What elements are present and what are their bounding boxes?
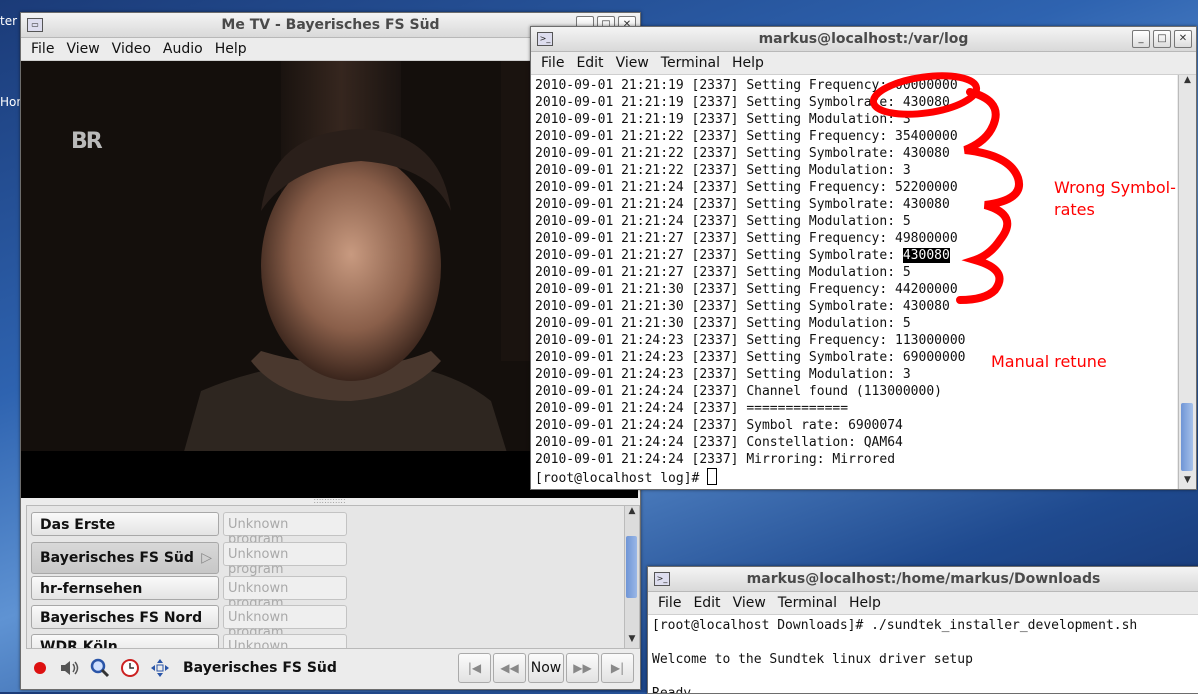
desktop-icon-label[interactable]: Hor: [0, 95, 21, 109]
scroll-down-icon[interactable]: ▼: [625, 634, 639, 648]
scroll-up-icon[interactable]: ▲: [1179, 75, 1196, 89]
list-item: hr-fernsehen Unknown program: [31, 576, 347, 611]
list-item: Bayerisches FS Süd ▷ Unknown program: [31, 542, 347, 577]
menubar: File Edit View Terminal Help: [531, 52, 1196, 75]
menu-edit[interactable]: Edit: [570, 55, 609, 71]
window-title: markus@localhost:/var/log: [758, 31, 969, 47]
current-channel-label: Bayerisches FS Süd: [183, 660, 337, 676]
log-line: 2010-09-01 21:21:30 [2337] Setting Frequ…: [535, 282, 958, 297]
maximize-button[interactable]: □: [1153, 30, 1171, 48]
menu-audio[interactable]: Audio: [157, 41, 209, 57]
menu-file[interactable]: File: [652, 595, 687, 611]
list-item: Das Erste Unknown program: [31, 512, 347, 547]
terminal-output[interactable]: [root@localhost Downloads]# ./sundtek_in…: [648, 615, 1198, 694]
channel-button[interactable]: WDR Köln: [31, 634, 219, 648]
clock-icon[interactable]: [119, 657, 141, 679]
menu-help[interactable]: Help: [209, 41, 253, 57]
log-line: 2010-09-01 21:21:22 [2337] Setting Symbo…: [535, 146, 950, 161]
log-line: Welcome to the Sundtek linux driver setu…: [652, 652, 973, 667]
log-line: 2010-09-01 21:21:22 [2337] Setting Frequ…: [535, 129, 958, 144]
search-icon[interactable]: [89, 657, 111, 679]
terminal-titlebar[interactable]: >_ markus@localhost:/home/markus/Downloa…: [648, 567, 1198, 592]
log-line: 2010-09-01 21:21:30 [2337] Setting Symbo…: [535, 299, 950, 314]
log-line: 2010-09-01 21:21:19 [2337] Setting Symbo…: [535, 95, 950, 110]
next-button[interactable]: ▶▶: [566, 653, 599, 683]
channel-list-scrollbar[interactable]: ▲ ▼: [624, 506, 639, 648]
program-button[interactable]: Unknown program: [223, 542, 347, 577]
menu-terminal[interactable]: Terminal: [655, 55, 726, 71]
terminal-titlebar[interactable]: >_ markus@localhost:/var/log _ □ ✕: [531, 27, 1196, 52]
channel-button[interactable]: Bayerisches FS Nord: [31, 605, 219, 629]
now-button[interactable]: Now: [528, 653, 564, 683]
menu-view[interactable]: View: [610, 55, 655, 71]
menu-file[interactable]: File: [535, 55, 570, 71]
desktop-edge: ter Hor: [0, 0, 22, 692]
log-line: 2010-09-01 21:21:19 [2337] Setting Frequ…: [535, 78, 958, 93]
annotation-manual-retune: Manual retune: [991, 352, 1107, 371]
annotation-wrong-symbolrates: Wrong Symbol- rates: [1054, 178, 1176, 219]
text-cursor: [707, 468, 718, 485]
menu-terminal[interactable]: Terminal: [772, 595, 843, 611]
scrollbar-thumb[interactable]: [626, 536, 637, 598]
menu-edit[interactable]: Edit: [687, 595, 726, 611]
log-line: 2010-09-01 21:21:30 [2337] Setting Modul…: [535, 316, 911, 331]
prompt-line[interactable]: [root@localhost log]#: [531, 468, 1177, 486]
log-line: 2010-09-01 21:24:24 [2337] =============: [535, 401, 849, 416]
menu-view[interactable]: View: [60, 41, 105, 57]
terminal-window-downloads: >_ markus@localhost:/home/markus/Downloa…: [647, 566, 1198, 694]
channel-logo: BR: [71, 129, 103, 154]
play-icon: ▷: [201, 550, 212, 566]
previous-button[interactable]: ◀◀: [493, 653, 526, 683]
log-line: 2010-09-01 21:24:24 [2337] Symbol rate: …: [535, 418, 903, 433]
scroll-up-icon[interactable]: ▲: [625, 506, 639, 520]
control-bar: Bayerisches FS Süd |◀ ◀◀ Now ▶▶ ▶|: [21, 649, 638, 687]
log-line: 2010-09-01 21:21:27 [2337] Setting Modul…: [535, 265, 911, 280]
log-line: 2010-09-01 21:24:24 [2337] Channel found…: [535, 384, 942, 399]
menu-file[interactable]: File: [25, 41, 60, 57]
selected-text[interactable]: 430080: [902, 248, 950, 263]
terminal-scrollbar[interactable]: ▲ ▼: [1178, 75, 1196, 489]
first-channel-button[interactable]: |◀: [458, 653, 491, 683]
channel-button[interactable]: Das Erste: [31, 512, 219, 536]
channel-button-active[interactable]: Bayerisches FS Süd ▷: [31, 542, 219, 574]
log-line: [root@localhost Downloads]# ./sundtek_in…: [652, 618, 1138, 633]
last-channel-button[interactable]: ▶|: [601, 653, 634, 683]
menu-help[interactable]: Help: [726, 55, 770, 71]
log-line: 2010-09-01 21:24:23 [2337] Setting Frequ…: [535, 333, 966, 348]
window-title: markus@localhost:/home/markus/Downloads: [746, 571, 1101, 587]
volume-icon[interactable]: [59, 657, 81, 679]
terminal-window-log: >_ markus@localhost:/var/log _ □ ✕ File …: [530, 26, 1197, 490]
log-line: 2010-09-01 21:24:24 [2337] Mirroring: Mi…: [535, 452, 896, 467]
scroll-down-icon[interactable]: ▼: [1179, 475, 1196, 489]
program-button[interactable]: Unknown program: [223, 634, 347, 648]
log-line: Ready...: [652, 686, 715, 694]
menu-video[interactable]: Video: [106, 41, 157, 57]
desktop-icon-label[interactable]: ter: [0, 14, 17, 28]
channel-list: Das Erste Unknown program Bayerisches FS…: [26, 505, 640, 649]
fullscreen-icon[interactable]: [149, 657, 171, 679]
log-line: 2010-09-01 21:21:19 [2337] Setting Modul…: [535, 112, 911, 127]
list-item: WDR Köln Unknown program: [31, 634, 347, 648]
program-button[interactable]: Unknown program: [223, 605, 347, 640]
record-icon[interactable]: [29, 657, 51, 679]
program-button[interactable]: Unknown program: [223, 512, 347, 547]
log-line: 2010-09-01 21:21:27 [2337] Setting Frequ…: [535, 231, 958, 246]
menubar: File Edit View Terminal Help: [648, 592, 1198, 615]
pane-grip[interactable]: ::::::::::::: [21, 497, 638, 505]
minimize-button[interactable]: _: [1132, 30, 1150, 48]
scrollbar-thumb[interactable]: [1181, 403, 1193, 471]
list-item: Bayerisches FS Nord Unknown program: [31, 605, 347, 640]
program-button[interactable]: Unknown program: [223, 576, 347, 611]
terminal-output[interactable]: 2010-09-01 21:21:19 [2337] Setting Frequ…: [531, 75, 1177, 489]
menu-help[interactable]: Help: [843, 595, 887, 611]
channel-button[interactable]: hr-fernsehen: [31, 576, 219, 600]
log-line: 2010-09-01 21:21:27 [2337] Setting Symbo…: [535, 248, 950, 263]
menu-view[interactable]: View: [727, 595, 772, 611]
log-line: 2010-09-01 21:24:24 [2337] Constellation…: [535, 435, 903, 450]
close-button[interactable]: ✕: [1174, 30, 1192, 48]
